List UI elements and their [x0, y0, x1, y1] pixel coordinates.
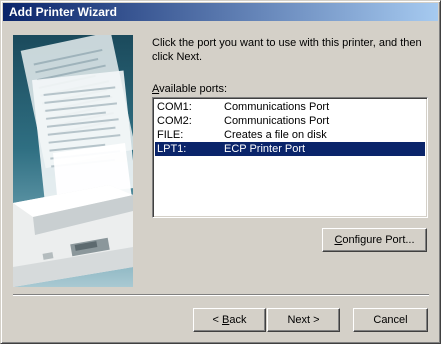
port-row-com2[interactable]: COM2: Communications Port [155, 114, 425, 128]
port-name: COM1: [157, 101, 192, 113]
instructions-text: Click the port you want to use with this… [152, 37, 422, 63]
printer-illustration-graphic [13, 35, 133, 287]
port-row-lpt1[interactable]: LPT1: ECP Printer Port [155, 142, 425, 156]
next-label: Next > [287, 314, 320, 326]
ports-listbox[interactable]: COM1: Communications Port COM2: Communic… [152, 97, 428, 218]
footer-divider [13, 294, 429, 296]
window-title: Add Printer Wizard [9, 5, 117, 19]
available-ports-label-text: vailable ports: [159, 83, 228, 95]
port-name: LPT1: [157, 143, 187, 155]
port-description: Communications Port [224, 115, 330, 127]
back-prefix: < [212, 314, 222, 326]
back-button[interactable]: < Back [193, 308, 266, 332]
next-button[interactable]: Next > [267, 308, 340, 332]
port-description: Communications Port [224, 101, 330, 113]
available-ports-label: Available ports: [152, 83, 227, 95]
cancel-button[interactable]: Cancel [353, 308, 428, 332]
port-row-com1[interactable]: COM1: Communications Port [155, 100, 425, 114]
configure-port-button[interactable]: Configure Port... [322, 228, 427, 252]
configure-label: onfigure Port... [342, 234, 415, 246]
cancel-label: Cancel [373, 314, 408, 326]
port-name: FILE: [157, 129, 184, 141]
back-label: ack [229, 314, 247, 326]
configure-accelerator: C [334, 234, 343, 246]
port-name: COM2: [157, 115, 192, 127]
printer-illustration [13, 35, 133, 287]
title-bar[interactable]: Add Printer Wizard [3, 3, 438, 21]
add-printer-wizard-window: Add Printer Wizard Click the port you wa… [0, 0, 441, 344]
port-description: ECP Printer Port [224, 143, 306, 155]
port-row-file[interactable]: FILE: Creates a file on disk [155, 128, 425, 142]
port-description: Creates a file on disk [224, 129, 327, 141]
back-accelerator: B [222, 314, 230, 326]
